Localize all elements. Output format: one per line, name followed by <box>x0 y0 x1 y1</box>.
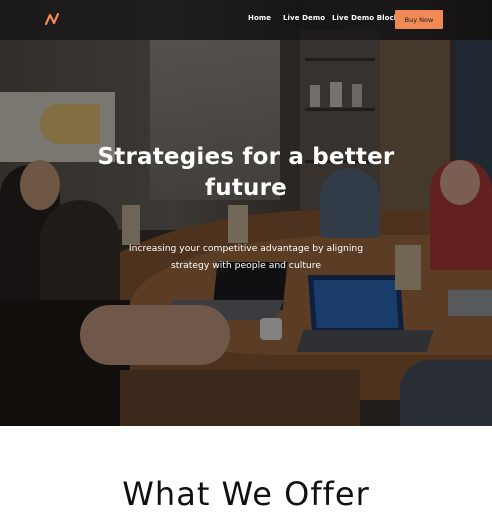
nav-link-home[interactable]: Home <box>248 14 271 22</box>
hero-dark-overlay <box>0 0 492 426</box>
buy-now-button[interactable]: Buy Now <box>395 10 443 29</box>
hero-subtitle: Increasing your competitive advantage by… <box>128 243 364 271</box>
nav-link-live-demo[interactable]: Live Demo <box>283 14 325 22</box>
top-navbar: Home Live Demo Live Demo Block Buy Now <box>0 0 492 40</box>
n-logo-icon[interactable] <box>44 11 60 27</box>
hero-section: Home Live Demo Live Demo Block Buy Now S… <box>0 0 492 426</box>
nav-link-live-demo-block[interactable]: Live Demo Block <box>332 14 399 22</box>
hero-title: Strategies for a better future <box>97 144 395 201</box>
section-title-what-we-offer: What We Offer <box>122 475 370 513</box>
